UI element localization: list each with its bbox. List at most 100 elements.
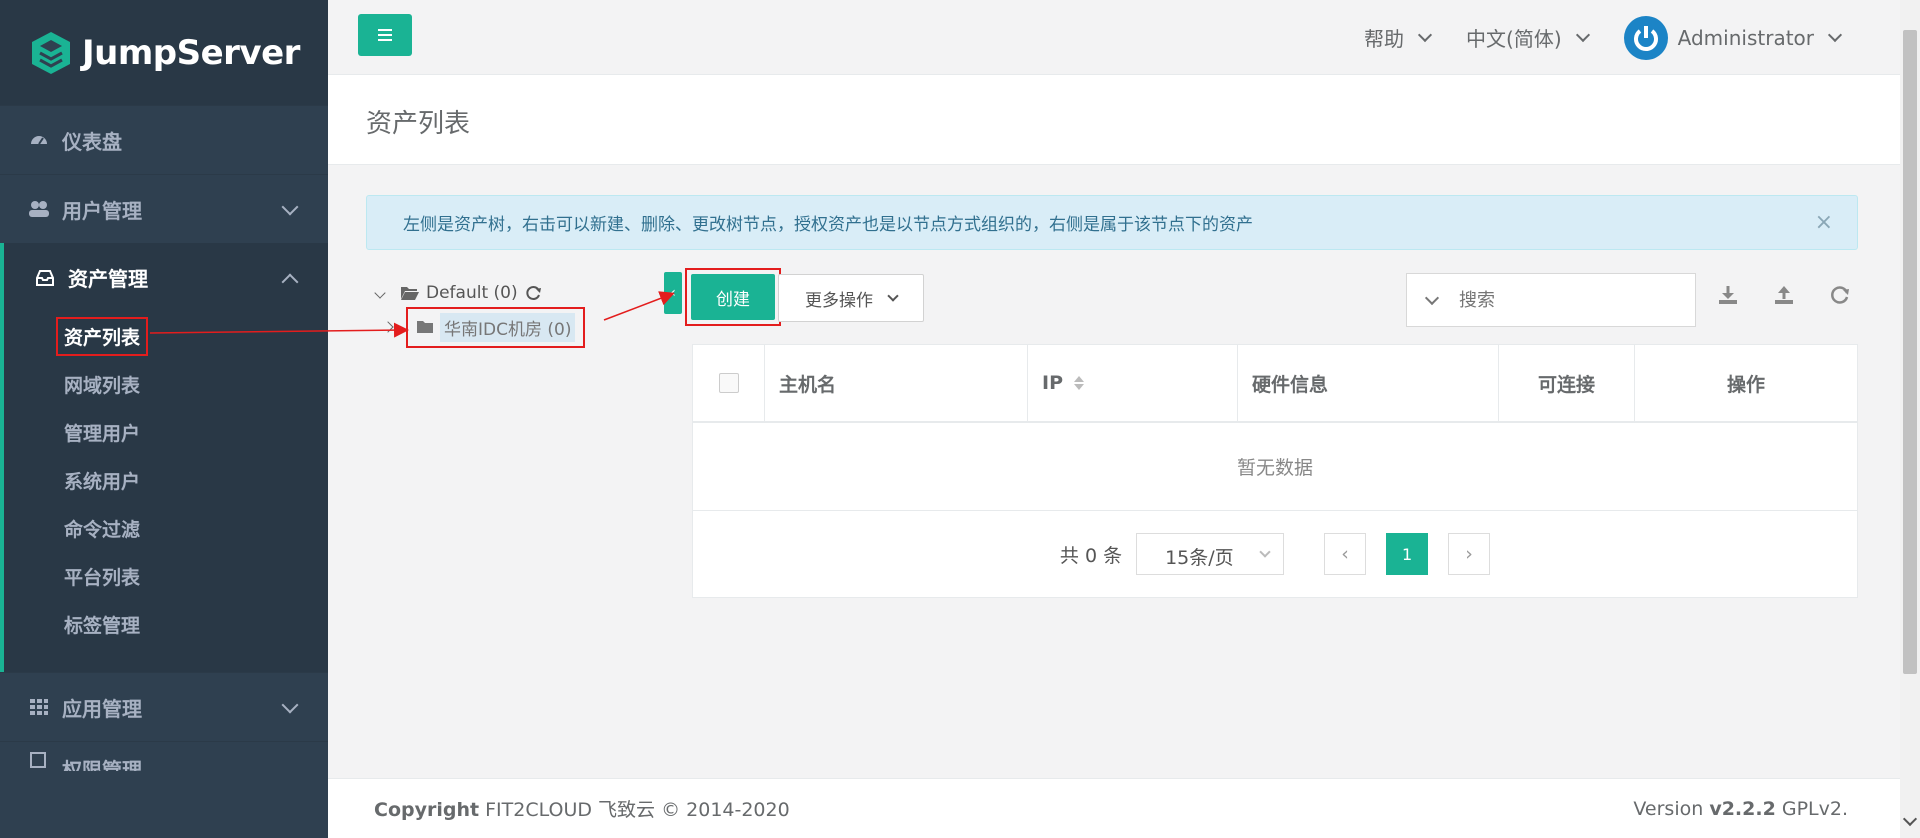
- tree-node-label: Default (0): [426, 283, 518, 303]
- sidebar-group-assets: 资产管理 资产列表 网域列表 管理用户 系统用户 命令过滤 平台列表 标签管理: [0, 243, 328, 672]
- submenu-command-filters[interactable]: 命令过滤: [4, 504, 328, 552]
- dashboard-icon: [28, 129, 50, 151]
- sidebar-item-applications[interactable]: 应用管理: [0, 672, 328, 741]
- chevron-down-icon[interactable]: [1902, 811, 1918, 827]
- submenu-platform-list[interactable]: 平台列表: [4, 552, 328, 600]
- menu-toggle-button[interactable]: [358, 14, 412, 56]
- more-actions-label: 更多操作: [805, 290, 873, 311]
- jumpserver-logo-icon: [32, 31, 70, 74]
- sidebar-item-dashboard[interactable]: 仪表盘: [0, 105, 328, 174]
- annotation-box: 创建: [685, 268, 781, 326]
- submenu-asset-list[interactable]: 资产列表: [4, 312, 328, 360]
- page-heading: 资产列表: [328, 75, 1900, 165]
- chevron-down-icon[interactable]: [1424, 290, 1440, 305]
- copyright-text: FIT2CLOUD 飞致云 © 2014-2020: [485, 799, 790, 821]
- chevron-left-icon: ‹: [1341, 543, 1349, 565]
- chevron-right-icon[interactable]: [382, 321, 394, 333]
- select-all-checkbox[interactable]: [718, 373, 739, 393]
- hamburger-icon: [378, 29, 392, 31]
- page-button-current[interactable]: 1: [1386, 533, 1429, 575]
- asset-tree: Default (0) 华南IDC机房 (0): [372, 278, 672, 348]
- grid-icon: [28, 696, 50, 718]
- users-icon: [28, 198, 50, 220]
- refresh-icon[interactable]: [1828, 283, 1852, 307]
- chevron-down-icon: [1575, 27, 1590, 43]
- permission-icon: [28, 749, 50, 771]
- chevron-down-icon: [281, 198, 299, 216]
- sidebar-item-label: 资产管理: [68, 267, 148, 291]
- chevron-right-icon: ›: [1465, 543, 1473, 565]
- scrollbar[interactable]: [1900, 0, 1920, 838]
- column-actions: 操作: [1726, 373, 1765, 396]
- sidebar-item-assets[interactable]: 资产管理: [4, 243, 328, 312]
- copyright-label: Copyright: [374, 799, 480, 821]
- chevron-down-icon: [1259, 546, 1271, 558]
- submenu-system-users[interactable]: 系统用户: [4, 456, 328, 504]
- info-alert: 左侧是资产树，右击可以新建、删除、更改树节点，授权资产也是以节点方式组织的，右侧…: [366, 195, 1858, 250]
- chevron-left-icon: ‹: [670, 285, 676, 301]
- tree-collapse-toggle[interactable]: ‹: [664, 272, 682, 314]
- tree-node-label: 华南IDC机房 (0): [440, 312, 576, 342]
- create-button[interactable]: 创建: [691, 274, 775, 320]
- download-icon[interactable]: [1716, 283, 1740, 307]
- sidebar: JumpServer 仪表盘 用户管理 资产管理 资产列表 网域列表 管理用户 …: [0, 0, 328, 838]
- user-dropdown[interactable]: Administrator: [1623, 15, 1843, 60]
- column-hostname[interactable]: 主机名: [765, 345, 1028, 421]
- annotation-box: 资产列表: [56, 316, 149, 356]
- table-header: 主机名 IP 硬件信息 可连接 操作: [693, 345, 1857, 423]
- asset-table: 主机名 IP 硬件信息 可连接 操作 暂无数据 共 0 条 15条/页 ‹ 1 …: [692, 344, 1858, 598]
- annotation-box: 华南IDC机房 (0): [406, 306, 586, 348]
- sidebar-item-users[interactable]: 用户管理: [0, 174, 328, 243]
- version-number: v2.2.2: [1709, 797, 1776, 820]
- topbar: 帮助 中文(简体) Administrator: [328, 0, 1900, 75]
- column-hardware[interactable]: 硬件信息: [1238, 345, 1499, 421]
- more-actions-dropdown[interactable]: 更多操作: [778, 274, 924, 322]
- submenu-admin-users[interactable]: 管理用户: [4, 408, 328, 456]
- version-label: Version: [1633, 797, 1704, 820]
- close-icon[interactable]: ×: [1815, 210, 1833, 235]
- footer: Copyright FIT2CLOUD 飞致云 © 2014-2020 Vers…: [328, 778, 1900, 838]
- copyright: Copyright FIT2CLOUD 飞致云 © 2014-2020: [374, 795, 790, 822]
- sidebar-item-label: 仪表盘: [62, 129, 122, 154]
- column-label: IP: [1042, 372, 1063, 394]
- help-label: 帮助: [1364, 27, 1405, 51]
- sidebar-item-label: 应用管理: [62, 696, 142, 721]
- upload-icon[interactable]: [1772, 283, 1796, 307]
- brand-name: JumpServer: [82, 32, 300, 73]
- sidebar-item-label: 权限管理: [62, 758, 142, 771]
- column-connectivity[interactable]: 可连接: [1499, 345, 1635, 421]
- page-size-value: 15条/页: [1165, 547, 1234, 569]
- column-ip[interactable]: IP: [1028, 345, 1238, 421]
- page-size-select[interactable]: 15条/页: [1136, 533, 1285, 575]
- chevron-down-icon[interactable]: [374, 287, 386, 299]
- avatar: [1623, 15, 1668, 60]
- submenu-label-management[interactable]: 标签管理: [4, 600, 328, 648]
- sort-icon: [1074, 376, 1084, 390]
- empty-state: 暂无数据: [693, 423, 1857, 511]
- folder-open-icon: [401, 287, 419, 300]
- tree-node-root[interactable]: Default (0): [372, 278, 672, 308]
- power-icon: [1633, 25, 1658, 51]
- chevron-down-icon: [281, 696, 299, 714]
- tree-node-child[interactable]: 华南IDC机房 (0): [382, 306, 672, 348]
- search-input[interactable]: [1459, 289, 1659, 311]
- chevron-down-icon: [1417, 27, 1433, 43]
- topbar-right: 帮助 中文(简体) Administrator: [1364, 0, 1843, 75]
- prev-page-button[interactable]: ‹: [1324, 533, 1367, 575]
- table-tools: [1716, 283, 1852, 307]
- inbox-icon: [34, 267, 56, 289]
- logo[interactable]: JumpServer: [0, 0, 328, 105]
- scrollbar-thumb[interactable]: [1903, 30, 1917, 674]
- language-dropdown[interactable]: 中文(简体): [1466, 23, 1590, 52]
- submenu-domain-list[interactable]: 网域列表: [4, 360, 328, 408]
- chevron-down-icon: [887, 289, 899, 302]
- help-dropdown[interactable]: 帮助: [1364, 23, 1433, 52]
- sidebar-item-permissions[interactable]: 权限管理: [0, 741, 328, 771]
- chevron-up-icon: [281, 273, 299, 290]
- next-page-button[interactable]: ›: [1448, 533, 1491, 575]
- alert-text: 左侧是资产树，右击可以新建、删除、更改树节点，授权资产也是以节点方式组织的，右侧…: [403, 215, 1253, 235]
- total-count: 共 0 条: [1059, 544, 1123, 567]
- select-all-cell: [693, 345, 765, 421]
- license: GPLv2.: [1781, 797, 1848, 820]
- refresh-icon[interactable]: [524, 284, 542, 302]
